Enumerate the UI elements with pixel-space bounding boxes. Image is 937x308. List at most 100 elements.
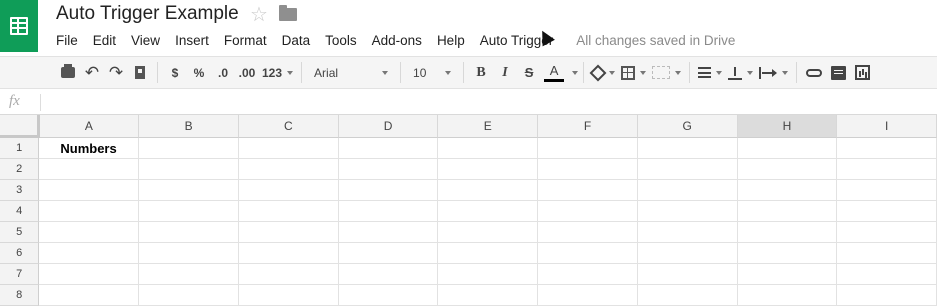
- column-header-f[interactable]: F: [538, 115, 638, 138]
- sheets-logo-icon[interactable]: [0, 0, 38, 52]
- column-header-i[interactable]: I: [837, 115, 937, 138]
- row-header[interactable]: 4: [0, 201, 40, 222]
- cell-f1[interactable]: [538, 138, 638, 159]
- cell-f6[interactable]: [538, 243, 638, 264]
- cell-a3[interactable]: [39, 180, 140, 201]
- cell-c2[interactable]: [238, 159, 339, 180]
- font-size-select[interactable]: 10: [406, 61, 458, 85]
- cell-a1[interactable]: Numbers: [39, 138, 140, 159]
- cell-h2[interactable]: [737, 159, 838, 180]
- cell-a7[interactable]: [39, 264, 140, 285]
- cell-a2[interactable]: [39, 159, 140, 180]
- menu-data[interactable]: Data: [282, 33, 311, 48]
- cell-i7[interactable]: [837, 264, 937, 285]
- cell-h8[interactable]: [737, 285, 838, 306]
- increase-decimal-button[interactable]: .00: [235, 61, 259, 85]
- cell-e7[interactable]: [438, 264, 539, 285]
- cell-i5[interactable]: [837, 222, 937, 243]
- menu-format[interactable]: Format: [224, 33, 267, 48]
- cell-c5[interactable]: [238, 222, 339, 243]
- row-header[interactable]: 7: [0, 264, 40, 285]
- cell-i4[interactable]: [837, 201, 937, 222]
- cell-f8[interactable]: [538, 285, 638, 306]
- font-family-select[interactable]: Arial: [307, 61, 395, 85]
- cell-d8[interactable]: [338, 285, 439, 306]
- cell-g2[interactable]: [637, 159, 738, 180]
- merge-cells-button[interactable]: [649, 61, 684, 85]
- insert-chart-button[interactable]: [850, 61, 874, 85]
- menu-addons[interactable]: Add-ons: [372, 33, 422, 48]
- cell-i2[interactable]: [837, 159, 937, 180]
- chevron-down-icon[interactable]: [572, 70, 579, 75]
- cell-d6[interactable]: [338, 243, 439, 264]
- cell-e6[interactable]: [438, 243, 539, 264]
- cell-i6[interactable]: [837, 243, 937, 264]
- column-header-d[interactable]: D: [338, 115, 439, 138]
- cell-e1[interactable]: [438, 138, 539, 159]
- paint-format-button[interactable]: [128, 61, 152, 85]
- text-wrap-button[interactable]: [756, 61, 791, 85]
- cell-c6[interactable]: [238, 243, 339, 264]
- borders-button[interactable]: [618, 61, 649, 85]
- cell-g4[interactable]: [637, 201, 738, 222]
- cell-h4[interactable]: [737, 201, 838, 222]
- cell-c7[interactable]: [238, 264, 339, 285]
- cell-h3[interactable]: [737, 180, 838, 201]
- cell-h6[interactable]: [737, 243, 838, 264]
- column-header-g[interactable]: G: [637, 115, 738, 138]
- cell-d1[interactable]: [338, 138, 439, 159]
- decrease-decimal-button[interactable]: .0: [211, 61, 235, 85]
- cell-a8[interactable]: [39, 285, 140, 306]
- folder-icon[interactable]: [279, 5, 297, 21]
- cell-f7[interactable]: [538, 264, 638, 285]
- cell-f3[interactable]: [538, 180, 638, 201]
- cell-i8[interactable]: [837, 285, 937, 306]
- cell-d7[interactable]: [338, 264, 439, 285]
- row-header[interactable]: 6: [0, 243, 40, 264]
- cell-h5[interactable]: [737, 222, 838, 243]
- cell-c4[interactable]: [238, 201, 339, 222]
- cell-h7[interactable]: [737, 264, 838, 285]
- cell-g5[interactable]: [637, 222, 738, 243]
- column-header-e[interactable]: E: [438, 115, 539, 138]
- insert-link-button[interactable]: [802, 61, 826, 85]
- cell-e5[interactable]: [438, 222, 539, 243]
- select-all-corner[interactable]: [0, 115, 40, 138]
- cell-f5[interactable]: [538, 222, 638, 243]
- cell-b6[interactable]: [139, 243, 239, 264]
- cell-e8[interactable]: [438, 285, 539, 306]
- cell-d3[interactable]: [338, 180, 439, 201]
- column-header-a[interactable]: A: [39, 115, 140, 138]
- column-header-b[interactable]: B: [139, 115, 239, 138]
- cell-i1[interactable]: [837, 138, 937, 159]
- cell-g1[interactable]: [637, 138, 738, 159]
- italic-button[interactable]: I: [493, 61, 517, 85]
- menu-view[interactable]: View: [131, 33, 160, 48]
- row-header[interactable]: 1: [0, 138, 40, 159]
- cell-d2[interactable]: [338, 159, 439, 180]
- cell-b8[interactable]: [139, 285, 239, 306]
- cell-a5[interactable]: [39, 222, 140, 243]
- print-button[interactable]: [56, 61, 80, 85]
- cell-d4[interactable]: [338, 201, 439, 222]
- menu-tools[interactable]: Tools: [325, 33, 357, 48]
- vertical-align-button[interactable]: [725, 61, 756, 85]
- menu-insert[interactable]: Insert: [175, 33, 209, 48]
- percent-format-button[interactable]: %: [187, 61, 211, 85]
- redo-button[interactable]: ↷: [104, 61, 128, 85]
- cell-g6[interactable]: [637, 243, 738, 264]
- row-header[interactable]: 5: [0, 222, 40, 243]
- formula-input[interactable]: [50, 95, 929, 110]
- currency-format-button[interactable]: $: [163, 61, 187, 85]
- row-header[interactable]: 8: [0, 285, 40, 306]
- undo-button[interactable]: ↶: [80, 61, 104, 85]
- cell-a4[interactable]: [39, 201, 140, 222]
- column-header-c[interactable]: C: [238, 115, 339, 138]
- more-formats-button[interactable]: 123: [259, 61, 296, 85]
- cell-d5[interactable]: [338, 222, 439, 243]
- menu-help[interactable]: Help: [437, 33, 465, 48]
- row-header[interactable]: 3: [0, 180, 40, 201]
- cell-a6[interactable]: [39, 243, 140, 264]
- cell-g7[interactable]: [637, 264, 738, 285]
- cell-f4[interactable]: [538, 201, 638, 222]
